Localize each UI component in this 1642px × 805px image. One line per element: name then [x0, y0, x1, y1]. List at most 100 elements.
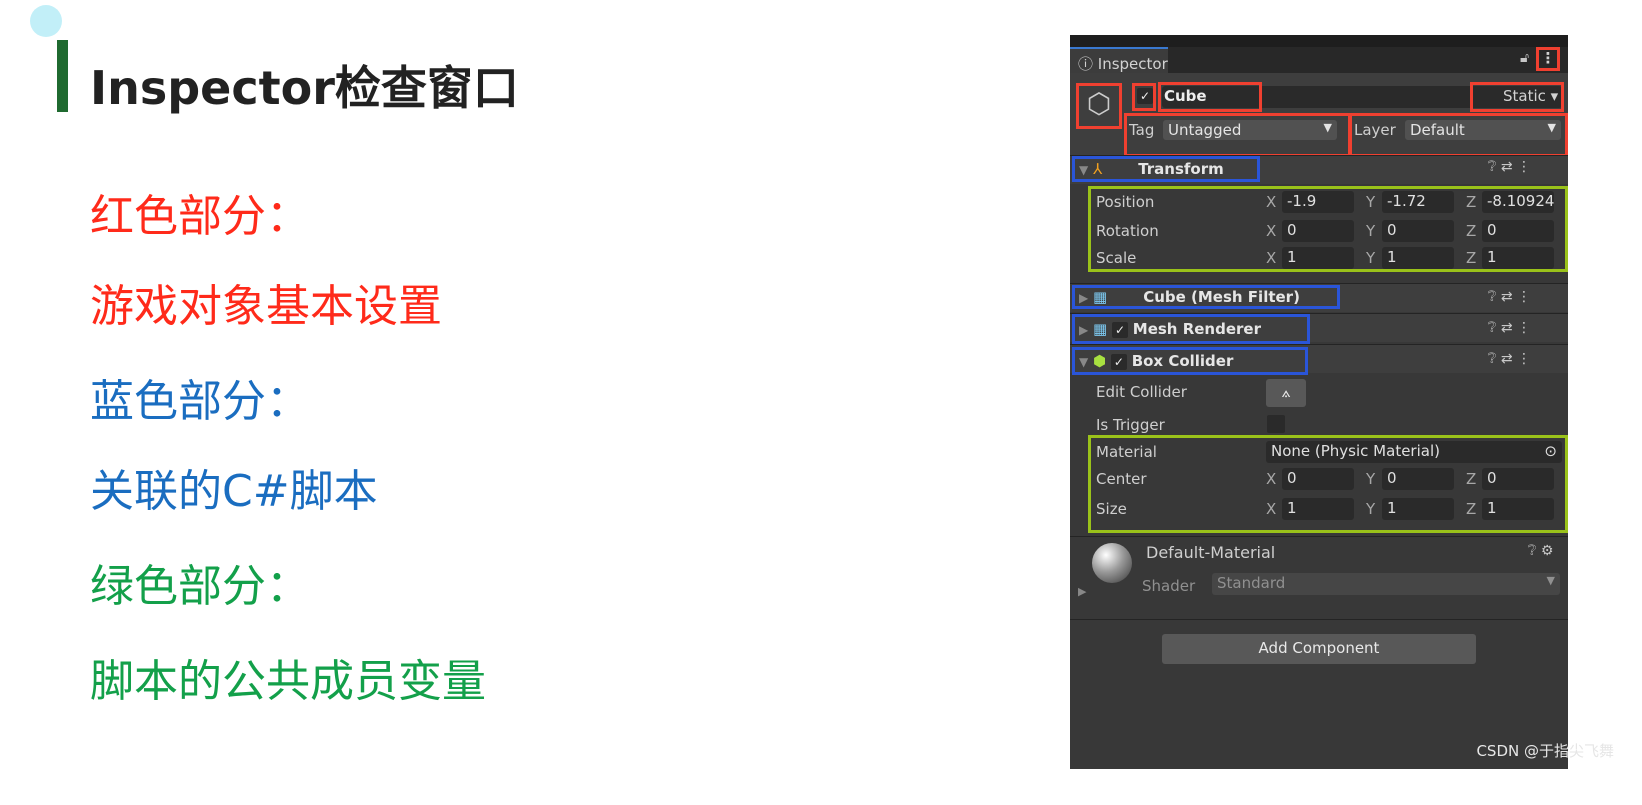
- is-trigger-checkbox[interactable]: [1267, 415, 1285, 433]
- edit-collider-label: Edit Collider: [1096, 383, 1187, 401]
- field-label: Rotation: [1096, 222, 1159, 240]
- mesh-renderer-title-box: ▶ ▦ ✓ Mesh Renderer: [1072, 314, 1310, 344]
- active-toggle-box: ✓: [1132, 83, 1156, 111]
- slide-title: Inspector检查窗口: [90, 61, 519, 115]
- material-name: Default-Material: [1146, 543, 1276, 562]
- mesh-renderer-title: Mesh Renderer: [1132, 320, 1261, 338]
- z-input[interactable]: 0: [1482, 468, 1554, 490]
- tag-group: Tag Untagged ▼: [1124, 113, 1352, 157]
- shader-dropdown[interactable]: Standard ▼: [1212, 573, 1560, 595]
- title-accent-bar: [57, 40, 68, 112]
- edit-collider-button[interactable]: ⟑: [1266, 379, 1306, 407]
- shader-label: Shader: [1142, 577, 1196, 595]
- transform-icon: ⅄: [1093, 160, 1103, 178]
- tag-value: Untagged: [1168, 121, 1242, 139]
- field-label: Center: [1096, 470, 1147, 488]
- expand-triangle-icon[interactable]: ▶: [1079, 291, 1088, 305]
- transform-title: Transform: [1138, 160, 1224, 178]
- object-icon-button[interactable]: ⬡: [1076, 83, 1122, 129]
- axis-label-x: X: [1266, 193, 1277, 211]
- collapse-triangle-icon[interactable]: ▼: [1079, 355, 1088, 369]
- axis-label-y: Y: [1366, 249, 1376, 267]
- tag-label: Tag: [1129, 121, 1155, 139]
- mesh-filter-title-box: ▶ ▦ Cube (Mesh Filter): [1072, 285, 1340, 309]
- mesh-renderer-checkbox[interactable]: ✓: [1111, 322, 1128, 338]
- slide-line: 蓝色部分：: [90, 376, 310, 427]
- mesh-renderer-icon: ▦: [1093, 320, 1108, 338]
- help-icon[interactable]: ❔︎ ⇄ ⋮: [1488, 320, 1531, 336]
- slide-line: 游戏对象基本设置: [90, 281, 442, 332]
- top-strip: [1070, 35, 1568, 47]
- axis-label-y: Y: [1366, 470, 1376, 488]
- axis-label-x: X: [1266, 500, 1277, 518]
- name-input[interactable]: Cube: [1158, 82, 1262, 112]
- y-input[interactable]: 0: [1382, 468, 1454, 490]
- z-input[interactable]: 1: [1482, 247, 1554, 269]
- axis-label-y: Y: [1366, 500, 1376, 518]
- help-icon[interactable]: ❔︎ ⇄ ⋮: [1488, 159, 1531, 175]
- object-picker-icon[interactable]: ⊙: [1544, 442, 1557, 460]
- layer-value: Default: [1410, 121, 1465, 139]
- more-menu-button[interactable]: ⋮: [1536, 47, 1560, 71]
- z-input[interactable]: 1: [1482, 498, 1554, 520]
- collapse-triangle-icon[interactable]: ▼: [1079, 163, 1088, 177]
- help-icon[interactable]: ❔︎ ⇄ ⋮: [1488, 351, 1531, 367]
- tab-label: Inspector: [1097, 55, 1168, 73]
- axis-label-x: X: [1266, 249, 1277, 267]
- material-sphere-icon: [1092, 543, 1132, 583]
- help-icon[interactable]: ❔︎ ⇄ ⋮: [1488, 289, 1531, 305]
- tab-inspector[interactable]: ⓘ Inspector: [1070, 47, 1168, 73]
- y-input[interactable]: 0: [1382, 220, 1454, 242]
- mouse-cursor: [30, 5, 62, 37]
- box-collider-title: Box Collider: [1131, 352, 1234, 370]
- active-checkbox[interactable]: ✓: [1137, 88, 1153, 104]
- static-checkbox[interactable]: [1479, 88, 1495, 105]
- box-collider-checkbox[interactable]: ✓: [1110, 354, 1127, 370]
- divider: [1070, 536, 1568, 537]
- field-label: Position: [1096, 193, 1155, 211]
- axis-label-y: Y: [1366, 193, 1376, 211]
- y-input[interactable]: 1: [1382, 247, 1454, 269]
- y-input[interactable]: -1.72: [1382, 191, 1454, 213]
- box-collider-icon: ⬢: [1093, 352, 1107, 370]
- material-help-settings-icon[interactable]: ❔︎ ⚙: [1528, 543, 1553, 559]
- static-label: Static: [1503, 87, 1546, 105]
- lock-icon[interactable]: 🔓︎: [1520, 50, 1529, 66]
- x-input[interactable]: 0: [1282, 220, 1354, 242]
- tag-dropdown[interactable]: Untagged ▼: [1163, 120, 1337, 140]
- expand-triangle-icon[interactable]: ▶: [1079, 323, 1088, 337]
- info-icon: ⓘ: [1078, 55, 1098, 73]
- axis-label-y: Y: [1366, 222, 1376, 240]
- shader-value: Standard: [1217, 574, 1286, 592]
- x-input[interactable]: 0: [1282, 468, 1354, 490]
- transform-title-box: ▼ ⅄ Transform: [1072, 156, 1260, 182]
- material-label: Material: [1096, 443, 1157, 461]
- y-input[interactable]: 1: [1382, 498, 1454, 520]
- layer-dropdown[interactable]: Default ▼: [1405, 120, 1561, 140]
- x-input[interactable]: 1: [1282, 247, 1354, 269]
- add-component-button[interactable]: Add Component: [1162, 634, 1476, 664]
- mesh-filter-title: Cube (Mesh Filter): [1143, 288, 1300, 306]
- inspector-panel: ⓘ Inspector 🔓︎ ⋮ ⬡ ✓ Cube Static ▾ Tag U…: [1070, 35, 1568, 769]
- slide-line: 关联的C#脚本: [90, 466, 378, 517]
- x-input[interactable]: 1: [1282, 498, 1354, 520]
- material-field[interactable]: None (Physic Material) ⊙: [1266, 441, 1562, 463]
- material-value: None (Physic Material): [1271, 442, 1440, 460]
- z-input[interactable]: -8.10924: [1482, 191, 1554, 213]
- layer-group: Layer Default ▼: [1348, 113, 1568, 157]
- field-label: Size: [1096, 500, 1127, 518]
- box-collider-title-box: ▼ ⬢ ✓ Box Collider: [1072, 347, 1308, 375]
- x-input[interactable]: -1.9: [1282, 191, 1354, 213]
- layer-label: Layer: [1354, 121, 1396, 139]
- slide-line: 红色部分：: [90, 191, 310, 242]
- axis-label-z: Z: [1466, 249, 1477, 267]
- mesh-filter-icon: ▦: [1093, 288, 1108, 306]
- axis-label-z: Z: [1466, 500, 1477, 518]
- expand-triangle-icon[interactable]: ▶: [1078, 585, 1086, 598]
- watermark: CSDN @于指尖飞舞: [1476, 742, 1614, 760]
- z-input[interactable]: 0: [1482, 220, 1554, 242]
- axis-label-z: Z: [1466, 222, 1477, 240]
- axis-label-z: Z: [1466, 470, 1477, 488]
- static-dropdown[interactable]: Static ▾: [1470, 82, 1564, 112]
- divider: [1070, 619, 1568, 620]
